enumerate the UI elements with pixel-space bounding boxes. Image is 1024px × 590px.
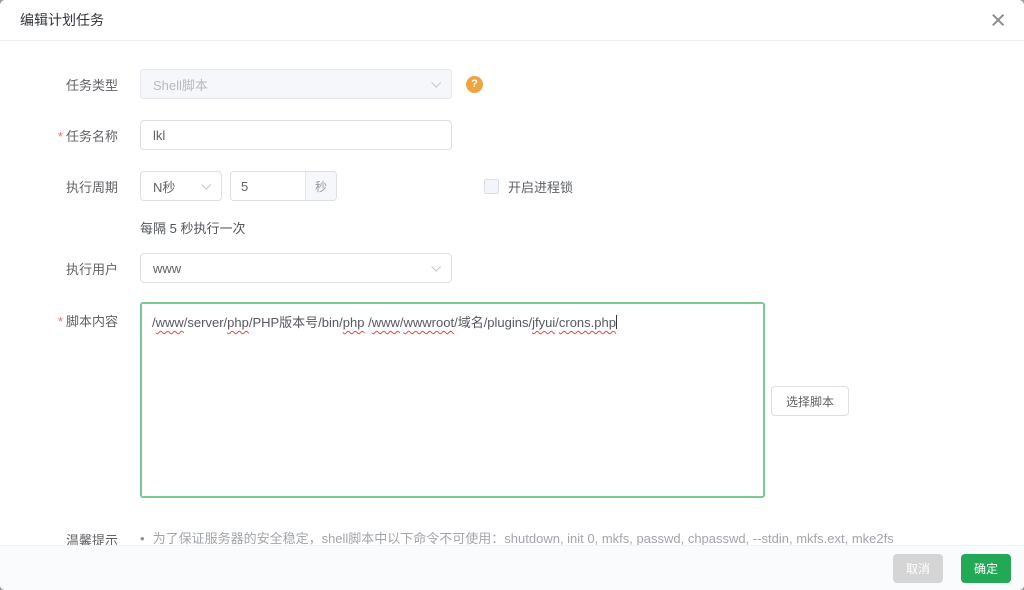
required-mark: * <box>57 128 63 144</box>
dialog-title: 编辑计划任务 <box>20 12 104 28</box>
script-text-segment: /PHP版本号/bin/ <box>248 315 343 330</box>
chevron-down-icon <box>431 77 442 88</box>
tips-label: 温馨提示 <box>65 533 118 545</box>
script-text-segment: php <box>227 315 249 330</box>
cycle-summary-text: 每隔 5 秒执行一次 <box>140 221 246 236</box>
tips-list: • 为了保证服务器的安全稳定，shell脚本中以下命令不可使用：shutdown… <box>140 530 894 545</box>
close-icon[interactable]: × <box>986 2 1010 38</box>
tip-text: 为了保证服务器的安全稳定，shell脚本中以下命令不可使用：shutdown, … <box>152 531 894 545</box>
select-script-button[interactable]: 选择脚本 <box>771 386 849 416</box>
script-text-segment: www <box>371 315 400 330</box>
script-text-segment: /server/ <box>183 315 228 330</box>
bullet-icon: • <box>140 531 145 545</box>
task-name-input[interactable] <box>140 120 452 150</box>
exec-user-label: 执行用户 <box>65 261 118 277</box>
cycle-row: 执行周期 N秒 秒 开启进程锁 <box>0 171 1024 201</box>
script-label: * 脚本内容 <box>57 314 118 329</box>
chevron-down-icon <box>431 261 442 272</box>
cycle-label: 执行周期 <box>65 179 118 195</box>
help-icon[interactable]: ? <box>466 75 483 93</box>
text-caret <box>615 315 617 329</box>
dialog-body: 任务类型 Shell脚本 ? *任务名称 执行周期 N秒 <box>0 41 1024 545</box>
confirm-button[interactable]: 确定 <box>960 553 1011 583</box>
cycle-unit-suffix: 秒 <box>305 172 336 200</box>
script-row: * 脚本内容 /www/server/php/PHP版本号/bin/php /ww… <box>0 302 1024 498</box>
process-lock-checkbox[interactable] <box>484 178 499 194</box>
task-type-select-value: Shell脚本 <box>153 77 208 93</box>
cycle-unit-select[interactable]: N秒 <box>140 171 222 201</box>
task-name-label: * 任务名称 <box>57 128 118 144</box>
process-lock-checkbox-wrap[interactable]: 开启进程锁 <box>484 177 573 196</box>
exec-user-select[interactable]: www <box>140 253 452 283</box>
exec-user-row: 执行用户 www <box>0 253 1024 283</box>
list-item: • 为了保证服务器的安全稳定，shell脚本中以下命令不可使用：shutdown… <box>140 530 894 545</box>
task-type-label: 任务类型 <box>65 77 118 93</box>
script-text-segment: /域名/plugins/ <box>454 315 533 330</box>
cycle-interval-group: 秒 <box>230 171 337 201</box>
script-text-segment: jfyui <box>532 315 556 330</box>
tips-row: 温馨提示 • 为了保证服务器的安全稳定，shell脚本中以下命令不可使用：shu… <box>0 530 1024 545</box>
edit-cron-task-dialog: 编辑计划任务 × 任务类型 Shell脚本 ? *任务名称 执行周期 <box>0 0 1024 590</box>
script-text-segment: www <box>155 315 184 330</box>
exec-user-select-value: www <box>153 260 182 276</box>
task-name-row: * 任务名称 <box>0 120 1024 150</box>
task-type-row: 任务类型 Shell脚本 ? <box>0 69 1024 99</box>
cycle-unit-select-value: N秒 <box>153 179 176 195</box>
script-text-segment: php <box>342 315 365 330</box>
script-text-segment: crons.php <box>558 315 616 330</box>
dialog-header: 编辑计划任务 × <box>0 0 1024 41</box>
process-lock-label: 开启进程锁 <box>508 179 574 195</box>
dialog-footer: 取消 确定 <box>0 545 1024 590</box>
task-type-select[interactable]: Shell脚本 <box>140 69 452 99</box>
cycle-interval-input[interactable] <box>231 172 305 200</box>
script-content-textarea[interactable]: /www/server/php/PHP版本号/bin/php /www/wwwr… <box>140 302 765 498</box>
script-text-segment: wwwroot <box>403 315 455 330</box>
required-mark: * <box>57 314 63 329</box>
cancel-button[interactable]: 取消 <box>892 553 943 583</box>
script-text-segment: / <box>364 315 372 330</box>
chevron-down-icon <box>201 179 212 190</box>
script-content-text: /www/server/php/PHP版本号/bin/php /www/wwwr… <box>152 315 617 330</box>
